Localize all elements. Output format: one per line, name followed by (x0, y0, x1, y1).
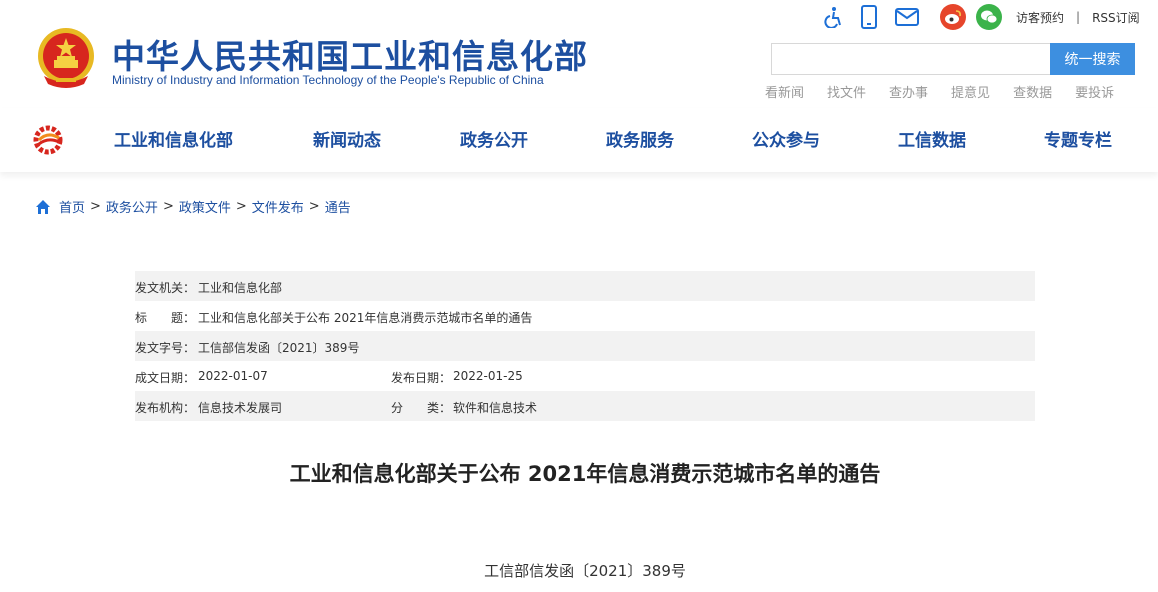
title-label: 标 题： (135, 311, 196, 325)
breadcrumb-gov-affairs[interactable]: 政务公开 (106, 197, 158, 216)
accessibility-icon[interactable] (820, 4, 846, 30)
org-label: 发布机构： (135, 401, 196, 415)
breadcrumb: 首页 > 政务公开 > 政策文件 > 文件发布 > 通告 (35, 197, 351, 216)
top-separator: | (1076, 10, 1081, 24)
site-title-en[interactable]: Ministry of Industry and Information Tec… (112, 73, 544, 87)
quick-link-news[interactable]: 看新闻 (765, 82, 804, 101)
main-nav: 工业和信息化部 新闻动态 政务公开 政务服务 公众参与 工信数据 专题专栏 (0, 108, 1158, 172)
breadcrumb-file-release[interactable]: 文件发布 (252, 197, 304, 216)
top-toolbar: 访客预约 | RSS订阅 (820, 4, 1140, 30)
title-value: 工业和信息化部关于公布 2021年信息消费示范城市名单的通告 (198, 311, 533, 325)
info-row-dates: 成文日期： 2022-01-07 发布日期： 2022-01-25 (135, 361, 1035, 391)
unified-search-button[interactable]: 统一搜索 (1050, 43, 1135, 75)
doc-number-label: 发文字号： (135, 341, 196, 355)
national-emblem-icon[interactable] (34, 26, 98, 92)
info-row-doc-number: 发文字号： 工信部信发函〔2021〕389号 (135, 331, 1035, 361)
weibo-icon[interactable] (940, 4, 966, 30)
nav-item-gov-services[interactable]: 政务服务 (606, 126, 674, 151)
nav-item-gov-affairs[interactable]: 政务公开 (460, 126, 528, 151)
info-row-issuer: 发文机关： 工业和信息化部 (135, 271, 1035, 301)
quick-link-files[interactable]: 找文件 (827, 82, 866, 101)
breadcrumb-notice[interactable]: 通告 (325, 197, 351, 216)
mail-icon[interactable] (892, 4, 922, 30)
info-row-title: 标 题： 工业和信息化部关于公布 2021年信息消费示范城市名单的通告 (135, 301, 1035, 331)
wechat-icon[interactable] (976, 4, 1002, 30)
document-number: 工信部信发函〔2021〕389号 (484, 562, 686, 580)
breadcrumb-separator: > (162, 199, 174, 214)
published-date-value: 2022-01-25 (453, 369, 523, 383)
nav-item-miit[interactable]: 工业和信息化部 (114, 126, 233, 151)
mobile-icon[interactable] (856, 4, 882, 30)
nav-item-public-participation[interactable]: 公众参与 (752, 126, 820, 151)
created-date-value: 2022-01-07 (198, 369, 268, 383)
document-title: 工业和信息化部关于公布 2021年信息消费示范城市名单的通告 (289, 462, 881, 486)
published-date-label: 发布日期： (391, 371, 452, 385)
quick-link-data[interactable]: 查数据 (1013, 82, 1052, 101)
nav-item-special-topics[interactable]: 专题专栏 (1044, 126, 1112, 151)
category-value: 软件和信息技术 (453, 401, 538, 415)
quick-link-services[interactable]: 查办事 (889, 82, 928, 101)
site-title-cn[interactable]: 中华人民共和国工业和信息化部 (112, 30, 588, 78)
info-row-org-category: 发布机构： 信息技术发展司 分 类： 软件和信息技术 (135, 391, 1035, 421)
issuer-label: 发文机关： (135, 281, 196, 295)
search-input[interactable] (771, 43, 1051, 75)
quick-link-feedback[interactable]: 提意见 (951, 82, 990, 101)
category-label: 分 类： (391, 401, 452, 415)
doc-number-value: 工信部信发函〔2021〕389号 (198, 341, 360, 355)
org-value: 信息技术发展司 (198, 401, 283, 415)
breadcrumb-policy-files[interactable]: 政策文件 (179, 197, 231, 216)
miit-logo-icon[interactable] (33, 125, 63, 155)
home-icon[interactable] (35, 199, 51, 215)
breadcrumb-separator: > (308, 199, 320, 214)
document-info-table: 发文机关： 工业和信息化部 标 题： 工业和信息化部关于公布 2021年信息消费… (135, 271, 1035, 421)
site-header: 中华人民共和国工业和信息化部 Ministry of Industry and … (0, 0, 1158, 108)
breadcrumb-home[interactable]: 首页 (59, 197, 85, 216)
nav-item-news[interactable]: 新闻动态 (313, 126, 381, 151)
created-date-label: 成文日期： (135, 371, 196, 385)
breadcrumb-separator: > (235, 199, 247, 214)
breadcrumb-separator: > (90, 199, 101, 214)
quick-links: 看新闻 找文件 查办事 提意见 查数据 要投诉 (765, 82, 1114, 101)
visitor-booking-link[interactable]: 访客预约 (1016, 9, 1064, 26)
nav-item-miit-data[interactable]: 工信数据 (898, 126, 966, 151)
issuer-value: 工业和信息化部 (198, 281, 283, 295)
quick-link-complaint[interactable]: 要投诉 (1075, 82, 1114, 101)
rss-link[interactable]: RSS订阅 (1092, 9, 1140, 26)
